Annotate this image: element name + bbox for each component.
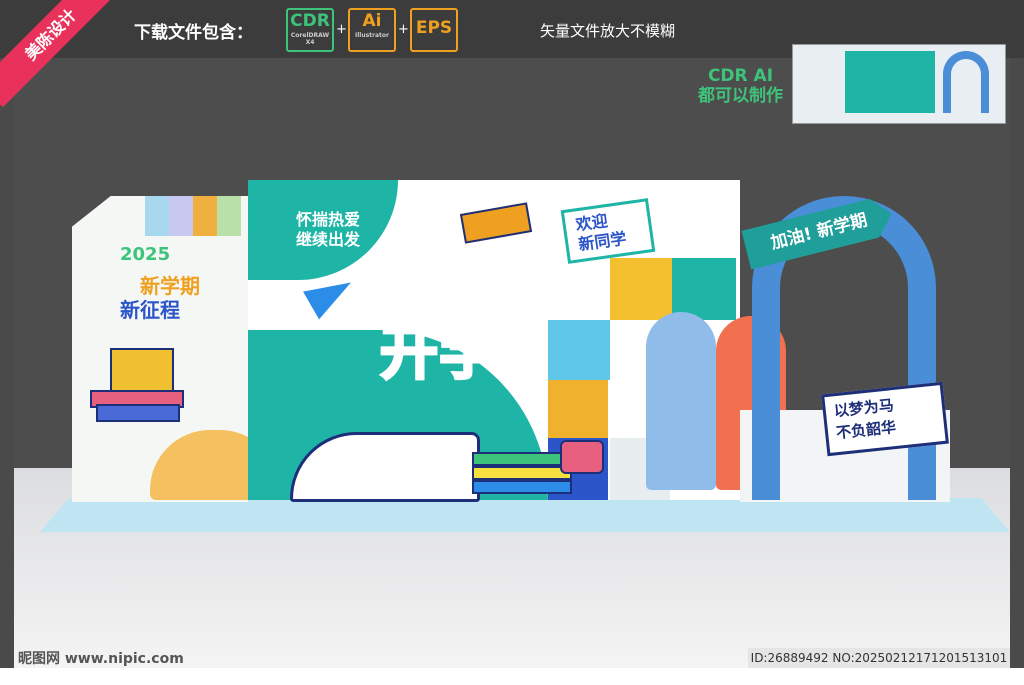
preview-thumbnail [792,44,1006,124]
format-badge-eps: EPS [410,8,458,52]
tile [548,380,608,438]
watermark: 昵图网 www.nipic.com [18,651,184,667]
cdr-ai-note: CDR AI 都可以制作 [698,66,783,106]
student-boy-illustration [646,312,716,490]
year-label: 2025 [120,244,171,265]
format-badge-ai: Ai Illustrator [348,8,396,52]
plus-sign: + [398,22,409,37]
tile [548,320,610,380]
triangle-tile [672,258,736,320]
train-illustration [290,432,480,502]
slogan: 怀揣热爱 继续出发 [296,210,361,249]
camera-icon [560,440,604,474]
dream-sign: 以梦为马 不负韶华 [821,381,949,457]
smiley-tile [610,258,672,320]
color-stripes [145,196,241,240]
new-journey-label: 新征程 [120,298,180,322]
download-label: 下载文件包含： [134,23,253,43]
image-id-tag: ID:26889492 NO:20250212171201513101 [748,648,1010,668]
plus-sign: + [336,22,347,37]
stage-platform [40,498,1010,532]
vector-note: 矢量文件放大不模糊 [540,22,676,40]
footer-strip [0,668,1024,685]
format-badge-cdr: CDR CorelDRAW X4 [286,8,334,52]
book-stack [472,452,572,502]
book-house-illustration [90,340,186,422]
